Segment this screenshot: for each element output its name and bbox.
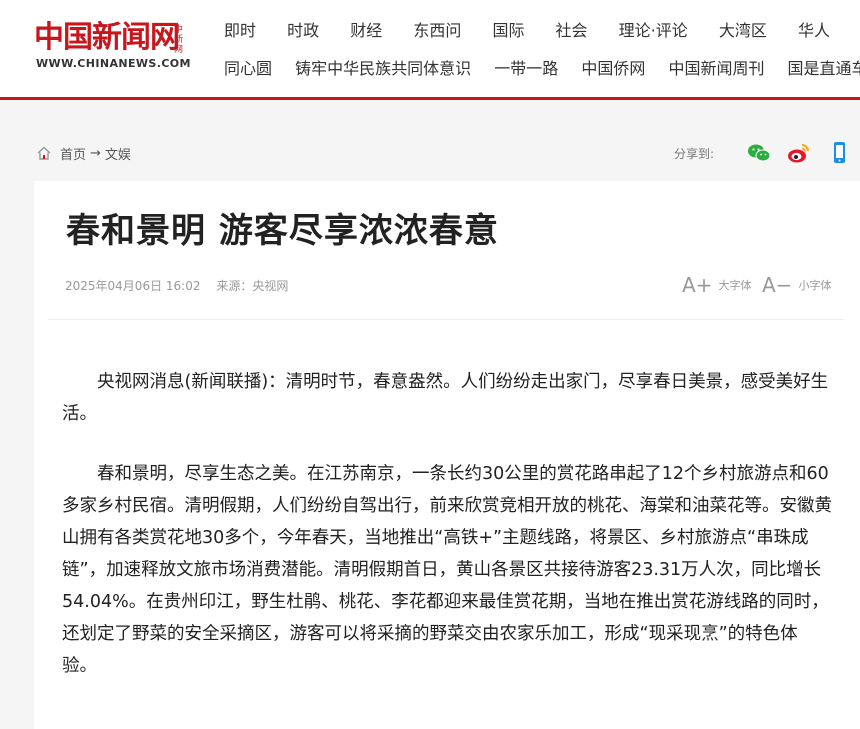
home-icon[interactable] — [36, 145, 52, 161]
breadcrumb-section-link[interactable]: 文娱 — [105, 144, 131, 163]
nav-item-china-qiao-net[interactable]: 中国侨网 — [581, 55, 645, 79]
nav-item-finance[interactable]: 财经 — [350, 17, 382, 41]
font-size-large-label: 大字体 — [718, 279, 752, 292]
nav-item-guoshi-express[interactable]: 国是直通车 — [788, 55, 860, 79]
nav-item-international[interactable]: 国际 — [492, 17, 524, 41]
weibo-icon[interactable] — [786, 140, 812, 166]
article-paragraph: 春和景明，尽享生态之美。在江苏南京，一条长约30公里的赏花路串起了12个乡村旅游… — [62, 464, 832, 676]
nav-item-belt-and-road[interactable]: 一带一路 — [494, 55, 558, 79]
article-meta: 2025年04月06日 16:02 来源：央视网 — [65, 277, 288, 294]
article-card: 春和景明 游客尽享浓浓春意 2025年04月06日 16:02 来源：央视网 A… — [34, 181, 860, 729]
logo-tagline: 中新网 — [174, 25, 184, 55]
logo-url: WWW.CHINANEWS.COM — [36, 57, 191, 70]
article-source: 来源：央视网 — [216, 279, 289, 293]
divider — [48, 319, 844, 320]
breadcrumb-arrow: → — [90, 145, 101, 161]
nav-item-news-weekly[interactable]: 中国新闻周刊 — [668, 55, 764, 79]
wechat-icon[interactable] — [746, 140, 772, 166]
breadcrumb: 首页 → 文娱 — [36, 143, 131, 163]
nav-item-tongxinyuan[interactable]: 同心圆 — [224, 55, 272, 79]
site-header: 中国新闻网 中新网 WWW.CHINANEWS.COM 即时 时政 财经 东西问… — [0, 0, 860, 100]
font-size-small-label: 小字体 — [798, 279, 832, 292]
nav-item-east-west[interactable]: 东西问 — [413, 17, 461, 41]
nav-item-society[interactable]: 社会 — [556, 17, 588, 41]
nav-item-theory-commentary[interactable]: 理论·评论 — [619, 17, 688, 41]
nav-item-greater-bay-area[interactable]: 大湾区 — [719, 17, 767, 41]
share-bar: 分享到: — [674, 140, 852, 166]
mobile-icon[interactable] — [826, 140, 852, 166]
nav-item-instant[interactable]: 即时 — [224, 17, 256, 41]
font-increase-icon: A+ — [682, 273, 713, 297]
font-decrease-icon: A− — [762, 273, 793, 297]
nav-item-national-unity[interactable]: 铸牢中华民族共同体意识 — [295, 55, 471, 79]
article-paragraph: 央视网消息(新闻联播)：清明时节，春意盎然。人们纷纷走出家门，尽享春日美景，感受… — [62, 372, 829, 424]
share-label: 分享到: — [673, 146, 714, 161]
site-logo[interactable]: 中国新闻网 中新网 WWW.CHINANEWS.COM — [34, 20, 191, 76]
article-date: 2025年04月06日 16:02 — [65, 279, 201, 293]
main-nav-row-1: 即时 时政 财经 东西问 国际 社会 理论·评论 大湾区 华人 文 — [224, 17, 860, 41]
breadcrumb-home-link[interactable]: 首页 — [60, 144, 86, 163]
logo-text: 中国新闻网 — [34, 20, 180, 55]
font-size-small-button[interactable]: A− 小字体 — [762, 273, 831, 297]
main-nav-row-2: 同心圆 铸牢中华民族共同体意识 一带一路 中国侨网 中国新闻周刊 国是直通车 — [224, 55, 860, 79]
font-size-large-button[interactable]: A+ 大字体 — [682, 273, 751, 297]
nav-item-politics[interactable]: 时政 — [287, 17, 319, 41]
nav-item-overseas-chinese[interactable]: 华人 — [798, 17, 830, 41]
article-title: 春和景明 游客尽享浓浓春意 — [66, 211, 499, 251]
